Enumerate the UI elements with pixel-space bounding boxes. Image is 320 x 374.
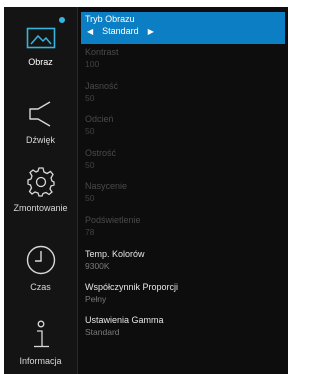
setting-value: 50 (85, 126, 95, 136)
arrow-right-icon[interactable]: ▶ (146, 27, 156, 36)
setting-value: 78 (85, 227, 95, 237)
sidebar-item-label: Zmontowanie (13, 203, 68, 213)
setting-label: Nasycenie (85, 181, 128, 191)
info-icon (33, 320, 49, 348)
picture-mode-selector[interactable]: ◀ Standard ▶ (85, 26, 281, 36)
setting-value: 50 (85, 93, 95, 103)
setting-odcien: Odcień 50 (81, 112, 285, 139)
setting-label: Ostrość (85, 148, 117, 158)
setting-label: Kontrast (85, 47, 119, 57)
sidebar-item-obraz[interactable]: Obraz (4, 27, 77, 67)
picture-mode-value: Standard (102, 26, 139, 36)
setting-value: 50 (85, 160, 95, 170)
setting-label: Jasność (85, 81, 119, 91)
sidebar-item-informacja[interactable]: Informacja (4, 320, 77, 366)
setting-label: Odcień (85, 114, 114, 124)
active-indicator-dot (59, 17, 65, 23)
setting-value: 100 (85, 59, 100, 69)
picture-icon (26, 27, 55, 49)
sidebar-item-label: Czas (30, 282, 51, 292)
setting-value: 9300K (85, 261, 110, 271)
sidebar-item-zmontowanie[interactable]: Zmontowanie (4, 167, 77, 213)
sidebar: Obraz Dźwięk Zmontowanie Czas Informacja (4, 7, 78, 374)
setting-temp-kolorow[interactable]: Temp. Kolorów 9300K (81, 247, 285, 274)
settings-panel: Tryb Obrazu ◀ Standard ▶ Kontrast 100 Ja… (78, 7, 288, 374)
setting-label: Temp. Kolorów (85, 249, 145, 259)
setting-tryb-obrazu[interactable]: Tryb Obrazu ◀ Standard ▶ (81, 12, 285, 44)
sidebar-item-label: Obraz (28, 57, 53, 67)
setting-nasycenie: Nasycenie 50 (81, 179, 285, 206)
setting-label: Ustawienia Gamma (85, 315, 164, 325)
setting-label: Podświetlenie (85, 215, 141, 225)
sidebar-item-label: Informacja (19, 356, 62, 366)
setting-value: Standard (85, 327, 120, 337)
gear-icon (26, 167, 55, 197)
speaker-icon (28, 101, 50, 127)
setting-ustawienia-gamma[interactable]: Ustawienia Gamma Standard (81, 313, 285, 340)
setting-podswietlenie: Podświetlenie 78 (81, 213, 285, 240)
setting-kontrast: Kontrast 100 (81, 45, 285, 72)
sidebar-item-dzwiek[interactable]: Dźwięk (4, 99, 77, 145)
setting-wspolczynnik-proporcji[interactable]: Współczynnik Proporcji Pełny (81, 280, 285, 307)
sidebar-item-czas[interactable]: Czas (4, 244, 77, 292)
setting-jasnosc: Jasność 50 (81, 79, 285, 106)
osd-menu: Obraz Dźwięk Zmontowanie Czas Informacja… (4, 7, 288, 374)
setting-label: Współczynnik Proporcji (85, 282, 179, 292)
setting-value: 50 (85, 193, 95, 203)
sidebar-item-label: Dźwięk (25, 135, 55, 145)
setting-label: Tryb Obrazu (85, 14, 135, 24)
arrow-left-icon[interactable]: ◀ (85, 27, 95, 36)
setting-ostrosc: Ostrość 50 (81, 146, 285, 173)
setting-value: Pełny (85, 294, 107, 304)
clock-icon (26, 245, 55, 275)
